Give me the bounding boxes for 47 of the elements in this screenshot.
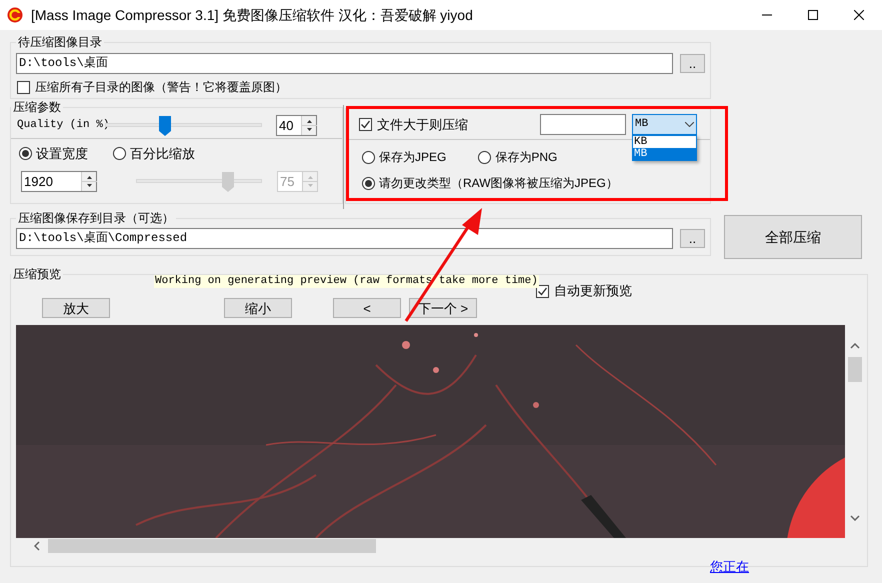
radio-button[interactable]	[362, 176, 375, 190]
option-label: 设置宽度	[36, 145, 88, 163]
browse-button[interactable]: ..	[680, 54, 705, 73]
status-tooltip: Working on generating preview (raw formats take more time)	[154, 275, 539, 288]
chevron-left-icon[interactable]	[34, 541, 40, 551]
browse-button[interactable]: ..	[680, 229, 705, 248]
zoom-in-button[interactable]: 放大	[42, 298, 110, 318]
checkbox[interactable]	[359, 118, 372, 131]
option-label: 自动更新预览	[554, 282, 632, 300]
radio-button[interactable]	[19, 147, 32, 160]
close-icon	[854, 10, 864, 20]
option-label: 请勿更改类型（RAW图像将被压缩为JPEG）	[379, 175, 618, 192]
checkbox[interactable]	[536, 284, 549, 298]
chevron-up-icon[interactable]	[850, 343, 860, 349]
link[interactable]: 您正在	[710, 557, 749, 576]
number-field[interactable]: 40	[276, 114, 317, 136]
radio-button[interactable]	[478, 150, 492, 164]
compress-all-button[interactable]: 全部压缩	[724, 215, 862, 259]
window-title: [Mass Image Compressor 3.1] 免费图像压缩软件 汉化：吾爱破解 yiyod	[31, 6, 473, 25]
dropdown-option[interactable]: MB	[633, 148, 696, 160]
input-field[interactable]: D:\tools\桌面	[16, 53, 673, 74]
input-field[interactable]	[540, 114, 626, 135]
input-field[interactable]: D:\tools\桌面\Compressed	[16, 228, 673, 249]
group-label: 压缩图像保存到目录（可选）	[17, 211, 175, 225]
option-label: 压缩所有子目录的图像（警告！它将覆盖原图）	[35, 79, 287, 96]
radio-button[interactable]	[362, 150, 375, 164]
option-label: 保存为JPEG	[379, 149, 446, 166]
checkbox[interactable]	[17, 80, 30, 94]
scrollbar-thumb[interactable]	[848, 357, 862, 382]
maximize-icon	[808, 10, 818, 20]
scrollbar-thumb[interactable]	[48, 539, 376, 553]
group-label: 待压缩图像目录	[17, 35, 103, 49]
radio-button[interactable]	[113, 147, 126, 160]
option-label: 文件大于则压缩	[377, 116, 468, 134]
app-icon	[7, 7, 23, 23]
chevron-down-icon	[685, 122, 694, 127]
number-field[interactable]: 1920	[21, 170, 97, 192]
group-label: 压缩预览	[12, 267, 62, 281]
group-label: 压缩参数	[12, 100, 62, 114]
slider-thumb[interactable]	[158, 116, 171, 136]
option-label: 百分比缩放	[130, 145, 195, 163]
chevron-down-icon[interactable]	[850, 515, 860, 521]
next-button[interactable]: 下一个 >	[409, 298, 477, 318]
dropdown-option[interactable]: KB	[633, 136, 696, 148]
option-label: 保存为PNG	[495, 149, 558, 166]
zoom-out-button[interactable]: 缩小	[224, 298, 292, 318]
previous-button[interactable]: <	[333, 298, 401, 318]
